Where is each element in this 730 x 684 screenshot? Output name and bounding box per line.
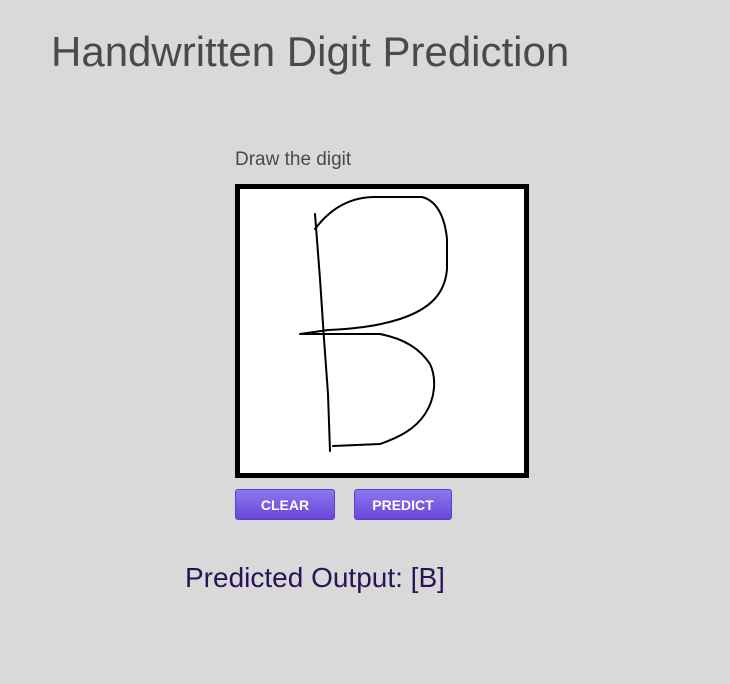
drawing-canvas[interactable] bbox=[235, 184, 529, 478]
clear-button[interactable]: CLEAR bbox=[235, 489, 335, 520]
predict-button[interactable]: PREDICT bbox=[354, 489, 452, 520]
page-title: Handwritten Digit Prediction bbox=[51, 28, 570, 75]
predicted-output: Predicted Output: [B] bbox=[185, 562, 445, 593]
canvas-label: Draw the digit bbox=[235, 149, 352, 170]
handwritten-strokes bbox=[299, 196, 448, 452]
